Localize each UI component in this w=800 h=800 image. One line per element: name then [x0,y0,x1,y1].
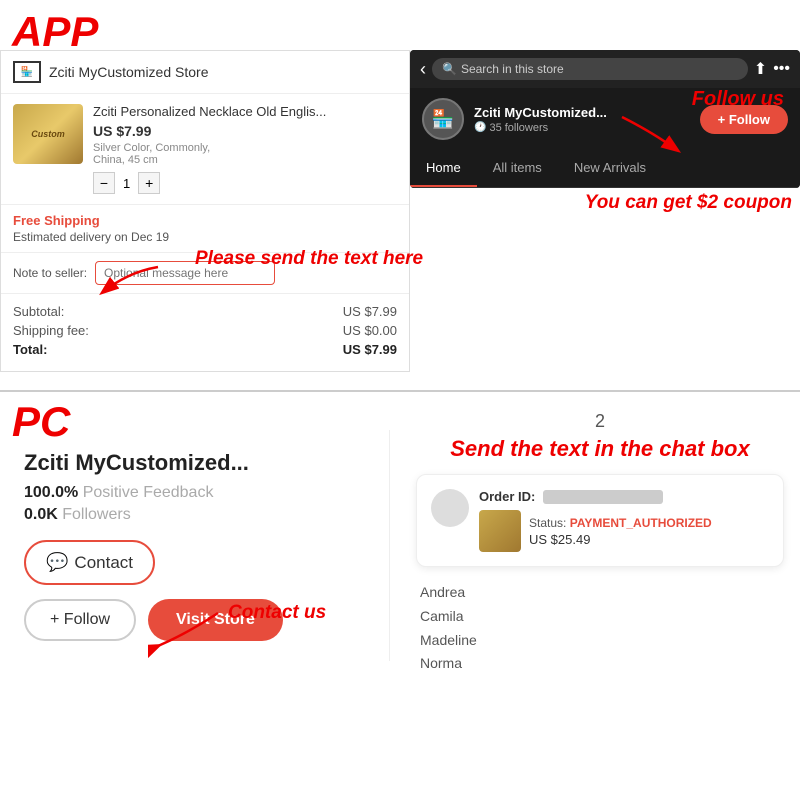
qty-value: 1 [123,176,130,191]
qty-decrease-button[interactable]: − [93,172,115,194]
shipping-section: Free Shipping Estimated delivery on Dec … [1,205,409,253]
product-details: Silver Color, Commonly,China, 45 cm [93,142,397,166]
shipping-fee-label: Shipping fee: [13,323,89,338]
pc-feedback: 100.0% Positive Feedback [24,484,365,502]
subtotal-row: Subtotal: US $7.99 [13,304,397,319]
totals-section: Subtotal: US $7.99 Shipping fee: US $0.0… [1,294,409,371]
name-4: Norma [420,652,784,676]
name-3: Madeline [420,629,784,653]
pc-feedback-label: Positive Feedback [83,484,214,501]
shipping-row: Shipping fee: US $0.00 [13,323,397,338]
pc-followers-cnt: 0.0K [24,506,58,523]
chat-order-row: Order ID: [479,489,769,504]
more-icon[interactable]: ••• [773,60,790,78]
total-row: Total: US $7.99 [13,342,397,357]
section2-label: 2 [416,411,784,432]
subtotal-label: Subtotal: [13,304,64,319]
chat-order-id-blurred [543,490,663,504]
delivery-text: Estimated delivery on Dec 19 [13,230,397,244]
pc-contact-button[interactable]: 💬 Contact [24,540,155,585]
quantity-control: − 1 + [93,172,397,194]
share-icon[interactable]: ⬆ [754,59,767,79]
chat-status-text: Status: PAYMENT_AUTHORIZED [529,516,769,530]
chat-content: Order ID: Status: PAYMENT_AUTHORIZED US … [479,489,769,552]
store-topbar: ‹ 🔍 Search in this store ⬆ ••• [410,50,800,88]
please-send-annotation: Please send the text here [195,248,423,270]
qty-increase-button[interactable]: + [138,172,160,194]
chat-product-image [479,510,521,552]
arrow-to-follow [612,112,692,162]
store-name: Zciti MyCustomized Store [49,64,208,80]
product-price: US $7.99 [93,123,397,139]
right-app-store-panel: ‹ 🔍 Search in this store ⬆ ••• 🏪 Zciti M… [410,50,800,188]
search-text: Search in this store [461,62,564,76]
app-store-avatar: 🏪 [422,98,464,140]
app-label: APP [12,8,98,56]
chat-price: US $25.49 [529,532,769,547]
search-box[interactable]: 🔍 Search in this store [432,58,748,80]
total-value: US $7.99 [343,342,397,357]
send-chat-label: Send the text in the chat box [416,436,784,462]
name-1: Andrea [420,581,784,605]
free-shipping-label: Free Shipping [13,213,397,228]
arrow-to-note [88,262,168,302]
section-divider [0,390,800,392]
left-checkout-panel: 🏪 Zciti MyCustomized Store Custom Zciti … [0,50,410,372]
app-store-nav: Home All items New Arrivals [410,150,800,188]
names-list: Andrea Camila Madeline Norma [416,581,784,676]
pc-store-name: Zciti MyCustomized... [24,450,365,476]
subtotal-value: US $7.99 [343,304,397,319]
pc-followers-label: Followers [62,506,130,523]
nav-all-items[interactable]: All items [477,150,558,187]
shipping-fee-value: US $0.00 [343,323,397,338]
product-title: Zciti Personalized Necklace Old Englis..… [93,104,397,119]
pc-follow-button[interactable]: + Follow [24,599,136,641]
chat-icon: 💬 [46,552,68,573]
chat-card: Order ID: Status: PAYMENT_AUTHORIZED US … [416,474,784,567]
pc-followers: 0.0K Followers [24,506,365,524]
chat-status-info: Status: PAYMENT_AUTHORIZED US $25.49 [529,516,769,547]
arrow-to-contact [148,608,228,658]
nav-home[interactable]: Home [410,150,477,187]
product-row: Custom Zciti Personalized Necklace Old E… [1,94,409,205]
back-icon[interactable]: ‹ [420,59,426,80]
chat-status-value: PAYMENT_AUTHORIZED [570,516,712,530]
pc-contact-label: Contact [74,553,133,573]
store-icon: 🏪 [13,61,41,83]
product-info: Zciti Personalized Necklace Old Englis..… [93,104,397,194]
note-label: Note to seller: [13,266,87,280]
pc-feedback-pct: 100.0% [24,484,78,501]
pc-right-section: 2 Send the text in the chat box Order ID… [400,395,800,692]
search-icon: 🔍 [442,62,457,76]
total-label: Total: [13,342,47,357]
store-header: 🏪 Zciti MyCustomized Store [1,51,409,94]
chat-status-row: Status: PAYMENT_AUTHORIZED US $25.49 [479,510,769,552]
chat-order-label: Order ID: [479,489,535,504]
chat-avatar [431,489,469,527]
product-image: Custom [13,104,83,164]
clock-icon: 🕐 [474,122,486,133]
contact-us-annotation: Contact us [228,602,326,624]
name-2: Camila [420,605,784,629]
coupon-annotation: You can get $2 coupon [585,192,792,214]
follow-us-annotation: Follow us [692,88,784,111]
